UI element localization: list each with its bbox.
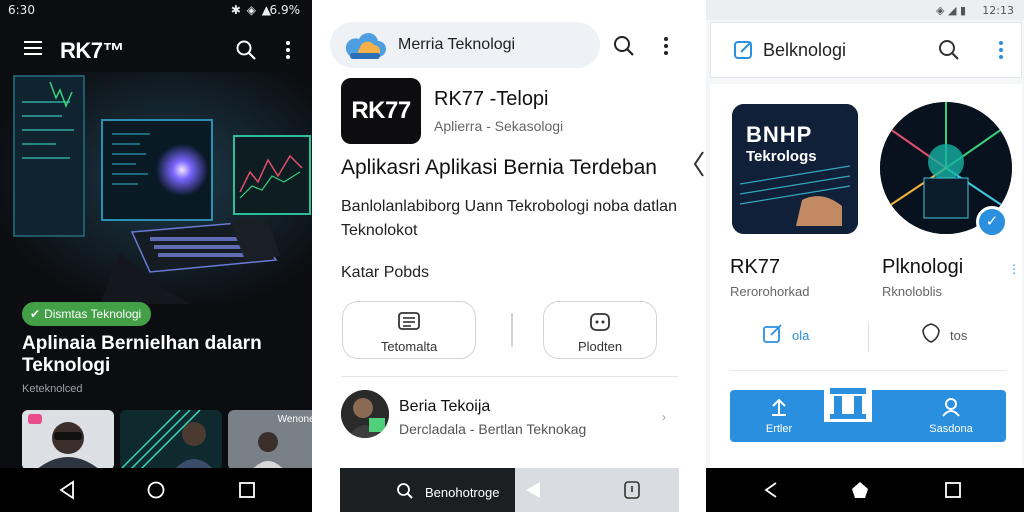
news-title[interactable]: Beria Tekoija: [399, 398, 490, 416]
thumbnail-3[interactable]: Wenoner: [228, 410, 312, 470]
panel-profile: ◈ ◢ ▮ 12:13 Belknologi BNHP Tekrologs ✓ …: [706, 0, 1024, 512]
status-bar: 6:30 ✱ ◈ ▲ 6.9%: [0, 0, 312, 20]
tab-left-label: Ertler: [765, 423, 793, 435]
page-title: Belknologi: [763, 40, 847, 60]
shield-icon: [922, 323, 940, 343]
app-icon[interactable]: RK77: [341, 78, 421, 144]
tab-right[interactable]: Sasdona: [906, 390, 996, 442]
recent-apps-nav-icon[interactable]: [944, 480, 962, 500]
thumbnail-1[interactable]: [22, 410, 114, 470]
upload-icon: [772, 398, 786, 416]
shield-action-label: tos: [950, 328, 968, 343]
status-icons: ✱ ◈ ▲: [230, 3, 272, 17]
panel-dark-home: 6:30 ✱ ◈ ▲ 6.9% RK7™ ✔ Dismtas Teknologi …: [0, 0, 312, 512]
search-icon[interactable]: [612, 34, 636, 58]
shield-action-button[interactable]: tos: [920, 322, 967, 350]
battery-level: 6.9%: [269, 3, 301, 17]
category-pill[interactable]: ✔ Dismtas Teknologi: [22, 302, 152, 326]
category-pill-label: Dismtas Teknologi: [44, 307, 142, 321]
more-vertical-icon[interactable]: ⋮: [1008, 262, 1020, 276]
home-nav-icon[interactable]: [850, 480, 870, 500]
status-bar: ◈ ◢ ▮ 12:13: [706, 0, 1024, 20]
hamburger-menu-icon[interactable]: [24, 41, 42, 55]
article-source: Keteknolced: [22, 383, 83, 395]
chip-button-left-label: Tetomalta: [380, 339, 438, 354]
app-bar: RK7™: [0, 28, 312, 72]
play-icon[interactable]: [526, 482, 540, 498]
hero-image-computer-setup[interactable]: [0, 72, 312, 304]
back-nav-icon[interactable]: [762, 480, 780, 500]
cloud-logo-icon: [345, 32, 386, 59]
system-nav-bar: [0, 468, 312, 512]
divider: [511, 313, 513, 347]
home-nav-icon[interactable]: [146, 480, 166, 500]
tab-right-label: Sasdona: [929, 423, 973, 435]
article-headline[interactable]: Aplinaia Bernielhan dalarn Teknologi: [22, 333, 312, 377]
more-options-icon[interactable]: [663, 36, 669, 56]
card-text-sub: Tekrologs: [746, 148, 817, 165]
more-options-icon[interactable]: [285, 40, 291, 60]
bottom-preview-bar[interactable]: Benohotroge: [340, 468, 679, 512]
tab-center-news[interactable]: [824, 382, 872, 422]
app-name: RK77 -Telopi: [434, 88, 549, 110]
divider: [341, 376, 678, 377]
section-label: Katar Pobds: [341, 264, 430, 281]
card-text-heading: BNHP: [746, 122, 813, 147]
system-nav-bar: [706, 468, 1024, 512]
status-icons: ◈ ◢ ▮: [936, 4, 966, 17]
app-description: Banlolanlabiborg Uann Tekrobologi noba d…: [341, 198, 677, 239]
related-thumbnails: Wenoner: [22, 410, 312, 470]
edit-action-button[interactable]: ola: [762, 322, 809, 350]
divider: [868, 322, 869, 352]
verified-badge-icon: ✓: [976, 206, 1008, 238]
search-bar[interactable]: Merria Teknologi: [330, 22, 600, 68]
check-icon: ✔: [30, 307, 41, 321]
recent-apps-nav-icon[interactable]: [238, 480, 256, 500]
status-time: 6:30: [8, 3, 35, 17]
item-name-right[interactable]: Plknologi: [882, 256, 963, 279]
more-options-icon[interactable]: [998, 40, 1004, 60]
tab-left[interactable]: Ertler: [734, 390, 824, 442]
app-category: Aplierra - Sekasologi: [434, 118, 564, 134]
document-icon: [398, 312, 420, 330]
search-placeholder[interactable]: Merria Teknologi: [398, 36, 515, 54]
search-icon[interactable]: [234, 38, 258, 62]
item-subtitle-right: Rknoloblis: [882, 284, 942, 299]
chevron-right-icon[interactable]: ›: [662, 410, 666, 424]
app-tagline: Aplikasri Aplikasi Bernia Terdeban: [341, 156, 657, 179]
bottom-bar-label: Benohotroge: [425, 485, 500, 500]
featured-card-image[interactable]: BNHP Tekrologs: [732, 104, 858, 234]
robot-icon: [590, 313, 610, 331]
news-subtitle: Dercladala - Bertlan Teknokag: [399, 421, 587, 437]
bookmark-icon[interactable]: [622, 480, 642, 500]
thumbnail-label: Wenoner: [277, 414, 312, 425]
item-subtitle-left: Rerorohorkad: [730, 284, 810, 299]
thumbnail-2[interactable]: [120, 410, 222, 470]
search-icon[interactable]: [937, 38, 961, 62]
status-time: 12:13: [982, 4, 1014, 17]
chip-button-right[interactable]: Plodten: [543, 301, 657, 359]
chip-button-left[interactable]: Tetomalta: [342, 301, 476, 359]
edit-icon: [763, 324, 782, 343]
edit-action-label: ola: [792, 328, 810, 343]
app-logo: RK7™: [60, 38, 125, 63]
app-bar: Belknologi: [710, 22, 1022, 78]
chevron-left-icon[interactable]: [693, 150, 705, 178]
search-icon[interactable]: [396, 482, 414, 500]
divider: [730, 370, 1006, 371]
user-icon: [942, 398, 960, 417]
app-logo-icon: [734, 41, 752, 59]
panel-app-detail: Merria Teknologi RK77 RK77 -Telopi Aplie…: [312, 0, 706, 512]
profile-content: BNHP Tekrologs ✓ RK77 Rerorohorkad Plkno…: [710, 84, 1022, 468]
news-avatar[interactable]: [341, 390, 389, 438]
back-nav-icon[interactable]: [58, 480, 76, 500]
item-name-left[interactable]: RK77: [730, 256, 780, 279]
chip-button-right-label: Plodten: [577, 339, 623, 354]
